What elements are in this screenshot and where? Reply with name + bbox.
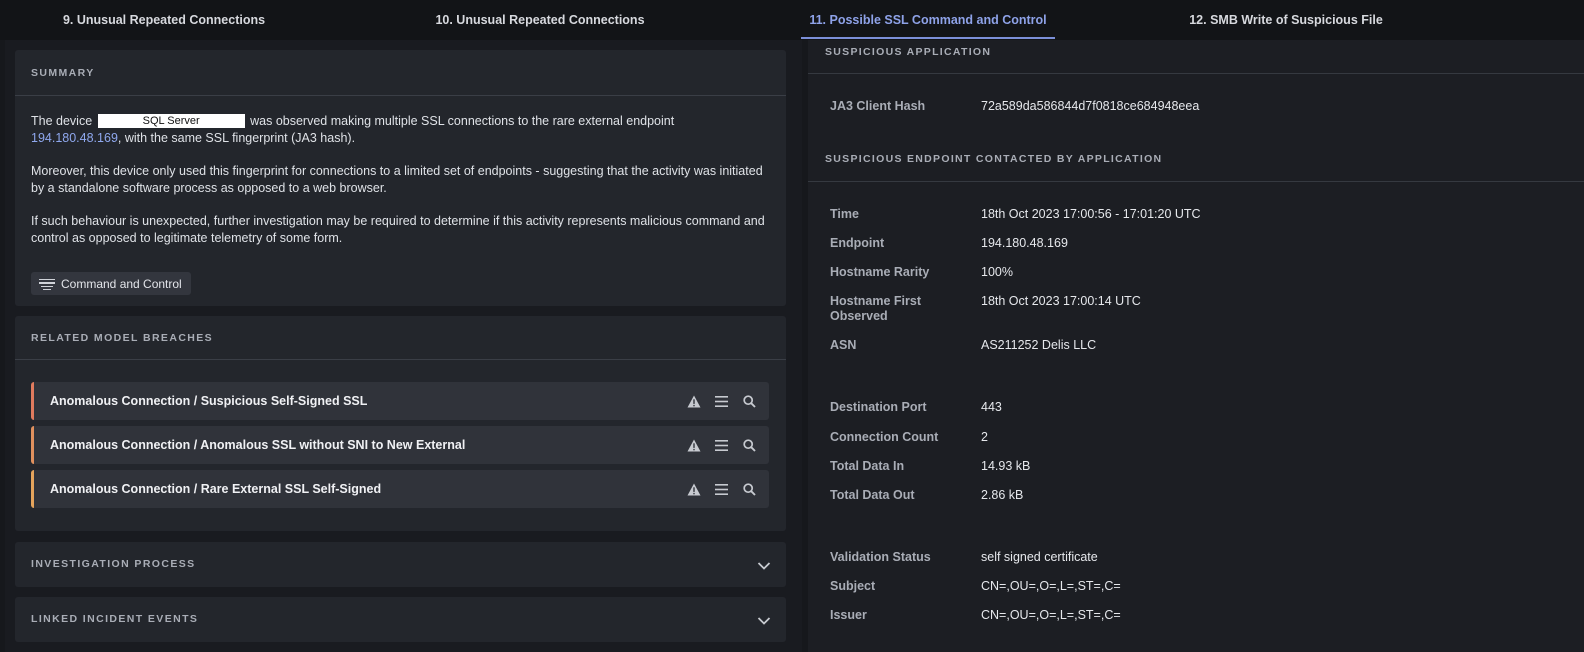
related-breaches-title: RELATED MODEL BREACHES <box>31 332 214 344</box>
breach-severity-bar <box>31 426 34 464</box>
breach-row-3[interactable]: Anomalous Connection / Rare External SSL… <box>31 470 769 508</box>
breach-actions <box>686 426 757 464</box>
menu-icon[interactable] <box>714 394 729 409</box>
search-icon[interactable] <box>742 438 757 453</box>
warning-icon[interactable] <box>686 482 701 497</box>
detail-key: Total Data In <box>830 459 905 473</box>
incident-summary-panel: SUMMARY The device SQL Server was observ… <box>5 40 799 652</box>
search-icon[interactable] <box>742 482 757 497</box>
detail-value: 443 <box>981 400 1002 414</box>
linked-incident-events-section[interactable]: LINKED INCIDENT EVENTS <box>15 597 786 642</box>
summary-divider <box>15 95 786 96</box>
summary-p1-post: , with the same SSL fingerprint (JA3 has… <box>117 131 356 145</box>
investigation-process-title: INVESTIGATION PROCESS <box>31 558 196 570</box>
tag-label: Command and Control <box>61 276 182 291</box>
ja3-value: 72a589da586844d7f0818ce684948eea <box>981 99 1200 113</box>
breach-label: Anomalous Connection / Anomalous SSL wit… <box>50 438 466 452</box>
related-breaches-divider <box>15 359 786 360</box>
menu-icon[interactable] <box>714 438 729 453</box>
detail-value: self signed certificate <box>981 550 1098 564</box>
breach-severity-bar <box>31 470 34 508</box>
breach-severity-bar <box>31 382 34 420</box>
summary-paragraph-2: Moreover, this device only used this fin… <box>31 164 763 195</box>
suspicious-application-title: SUSPICIOUS APPLICATION <box>825 46 992 58</box>
endpoint-divider <box>808 181 1584 182</box>
investigation-process-section[interactable]: INVESTIGATION PROCESS <box>15 542 786 587</box>
detail-value: 18th Oct 2023 17:00:56 - 17:01:20 UTC <box>981 207 1201 221</box>
breach-actions <box>686 470 757 508</box>
ja3-key: JA3 Client Hash <box>830 99 926 113</box>
detail-value: CN=,OU=,O=,L=,ST=,C= <box>981 608 1121 622</box>
summary-p1-pre: The device <box>31 114 93 128</box>
detail-value: CN=,OU=,O=,L=,ST=,C= <box>981 579 1121 593</box>
summary-paragraph-3: If such behaviour is unexpected, further… <box>31 214 765 245</box>
application-divider <box>808 73 1584 74</box>
breach-row-1[interactable]: Anomalous Connection / Suspicious Self-S… <box>31 382 769 420</box>
detail-key: Issuer <box>830 608 867 622</box>
detail-key: Total Data Out <box>830 488 915 502</box>
detail-key: Endpoint <box>830 236 885 250</box>
detail-key: Hostname First Observed <box>830 294 921 323</box>
chevron-down-icon[interactable] <box>756 558 772 574</box>
breach-actions <box>686 382 757 420</box>
detail-value: 100% <box>981 265 1013 279</box>
detail-key: Hostname Rarity <box>830 265 930 279</box>
breach-label: Anomalous Connection / Rare External SSL… <box>50 482 382 496</box>
detail-value: 2.86 kB <box>981 488 1024 502</box>
device-name-box[interactable]: SQL Server <box>97 114 245 128</box>
detail-key: Destination Port <box>830 400 927 414</box>
summary-card: SUMMARY The device SQL Server was observ… <box>15 50 786 306</box>
summary-p1-mid: was observed making multiple SSL connect… <box>250 114 675 128</box>
summary-title: SUMMARY <box>31 67 95 79</box>
tab-10[interactable]: 10. Unusual Repeated Connections <box>420 0 660 40</box>
search-icon[interactable] <box>742 394 757 409</box>
command-and-control-tag[interactable]: Command and Control <box>31 272 191 295</box>
detail-key: Subject <box>830 579 876 593</box>
detail-value: 18th Oct 2023 17:00:14 UTC <box>981 294 1141 308</box>
breach-label: Anomalous Connection / Suspicious Self-S… <box>50 394 368 408</box>
warning-icon[interactable] <box>686 438 701 453</box>
linked-incident-events-title: LINKED INCIDENT EVENTS <box>31 613 199 625</box>
chevron-down-icon[interactable] <box>756 613 772 629</box>
detail-value: 194.180.48.169 <box>981 236 1068 250</box>
endpoint-ip-link[interactable]: 194.180.48.169 <box>31 131 118 145</box>
detail-key: Connection Count <box>830 430 939 444</box>
tab-9[interactable]: 9. Unusual Repeated Connections <box>38 0 290 40</box>
incident-details-panel: SUSPICIOUS APPLICATION JA3 Client Hash 7… <box>808 40 1584 652</box>
tab-12[interactable]: 12. SMB Write of Suspicious File <box>1165 0 1407 40</box>
detail-key: Time <box>830 207 859 221</box>
related-breaches-card: RELATED MODEL BREACHES Anomalous Connect… <box>15 316 786 531</box>
detail-key: ASN <box>830 338 857 352</box>
summary-paragraph-1: The device SQL Server was observed makin… <box>31 113 771 147</box>
warning-icon[interactable] <box>686 394 701 409</box>
breach-row-2[interactable]: Anomalous Connection / Anomalous SSL wit… <box>31 426 769 464</box>
detail-value: 14.93 kB <box>981 459 1031 473</box>
detail-value: AS211252 Delis LLC <box>981 338 1097 352</box>
suspicious-endpoint-title: SUSPICIOUS ENDPOINT CONTACTED BY APPLICA… <box>825 153 1163 165</box>
menu-icon[interactable] <box>714 482 729 497</box>
detail-value: 2 <box>981 430 988 444</box>
detail-key: Validation Status <box>830 550 931 564</box>
tab-11-active[interactable]: 11. Possible SSL Command and Control <box>801 0 1055 40</box>
incident-tab-bar: 9. Unusual Repeated Connections 10. Unus… <box>0 0 1584 652</box>
list-lines-icon <box>39 278 55 290</box>
